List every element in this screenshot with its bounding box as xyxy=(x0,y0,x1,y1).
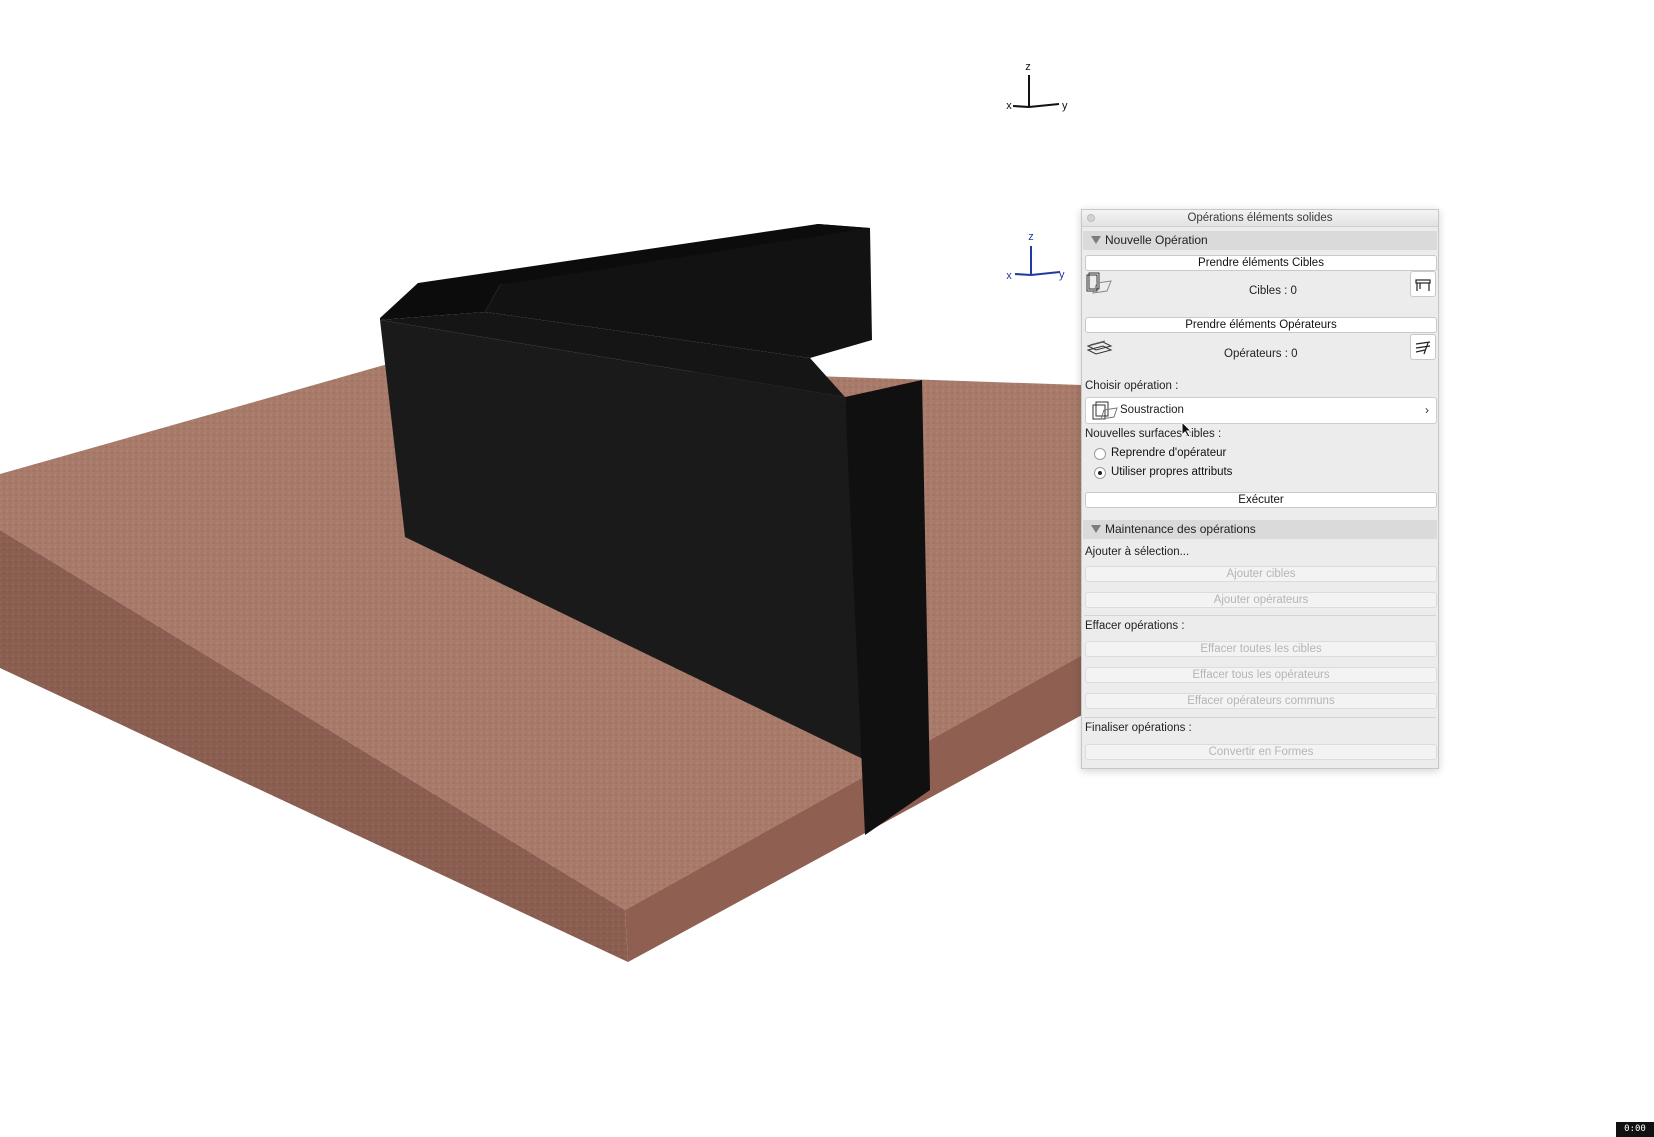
axis-y-label: y xyxy=(1062,100,1068,112)
palette-titlebar[interactable]: Opérations éléments solides xyxy=(1082,210,1438,227)
execute-button[interactable]: Exécuter xyxy=(1085,492,1437,508)
close-icon[interactable] xyxy=(1087,214,1095,222)
radio-button[interactable] xyxy=(1094,448,1106,460)
disclosure-triangle-icon[interactable] xyxy=(1091,236,1101,244)
select-targets-icon[interactable] xyxy=(1410,271,1436,297)
radio-own-attributes-label: Utiliser propres attributs xyxy=(1111,466,1233,478)
radio-reuse-operator-label: Reprendre d'opérateur xyxy=(1111,447,1227,459)
section-new-operation[interactable]: Nouvelle Opération xyxy=(1083,231,1437,250)
targets-icon xyxy=(1085,271,1113,297)
radio-button-selected[interactable] xyxy=(1094,467,1106,479)
erase-all-operators-button[interactable]: Effacer tous les opérateurs xyxy=(1085,667,1437,683)
divider xyxy=(1084,615,1436,616)
section-new-operation-label: Nouvelle Opération xyxy=(1105,233,1208,247)
subtraction-icon xyxy=(1090,400,1118,425)
erase-common-operators-button[interactable]: Effacer opérateurs communs xyxy=(1085,693,1437,709)
axis-z-label: z xyxy=(1025,61,1031,73)
new-surfaces-label: Nouvelles surfaces cibles : xyxy=(1085,428,1222,440)
axis-z-label: z xyxy=(1028,231,1034,243)
erase-all-targets-button[interactable]: Effacer toutes les cibles xyxy=(1085,641,1437,657)
operation-value: Soustraction xyxy=(1120,404,1184,416)
select-operators-icon[interactable] xyxy=(1410,334,1436,360)
targets-count: Cibles : 0 xyxy=(1249,285,1297,297)
add-operators-button[interactable]: Ajouter opérateurs xyxy=(1085,592,1437,608)
axis-indicator-mid: z x y xyxy=(1006,231,1065,282)
recording-time-badge: 0:00 xyxy=(1616,1122,1654,1137)
take-targets-button[interactable]: Prendre éléments Cibles xyxy=(1085,255,1437,271)
axis-x-label: x xyxy=(1006,100,1012,112)
axis-y-label: y xyxy=(1059,269,1065,281)
palette-title: Opérations éléments solides xyxy=(1187,212,1333,224)
take-operators-button[interactable]: Prendre éléments Opérateurs xyxy=(1085,317,1437,333)
finalize-operations-label: Finaliser opérations : xyxy=(1085,722,1192,734)
mouse-cursor-icon xyxy=(1181,420,1193,443)
section-maintenance-label: Maintenance des opérations xyxy=(1105,522,1256,536)
axis-indicator-top: z x y xyxy=(1006,61,1068,112)
section-maintenance[interactable]: Maintenance des opérations xyxy=(1083,520,1437,539)
operators-icon xyxy=(1085,334,1113,360)
add-targets-button[interactable]: Ajouter cibles xyxy=(1085,566,1437,582)
operators-count: Opérateurs : 0 xyxy=(1224,348,1298,360)
erase-operations-label: Effacer opérations : xyxy=(1085,620,1185,632)
chevron-right-icon: › xyxy=(1425,403,1429,417)
operation-select[interactable]: Soustraction › xyxy=(1085,397,1437,424)
divider xyxy=(1084,717,1436,718)
add-to-selection-label: Ajouter à sélection... xyxy=(1085,546,1190,558)
solid-operations-palette: Opérations éléments solides Nouvelle Opé… xyxy=(1081,209,1439,769)
convert-to-shapes-button[interactable]: Convertir en Formes xyxy=(1085,744,1437,760)
choose-operation-label: Choisir opération : xyxy=(1085,380,1179,392)
disclosure-triangle-icon[interactable] xyxy=(1091,525,1101,533)
axis-x-label: x xyxy=(1006,270,1012,282)
